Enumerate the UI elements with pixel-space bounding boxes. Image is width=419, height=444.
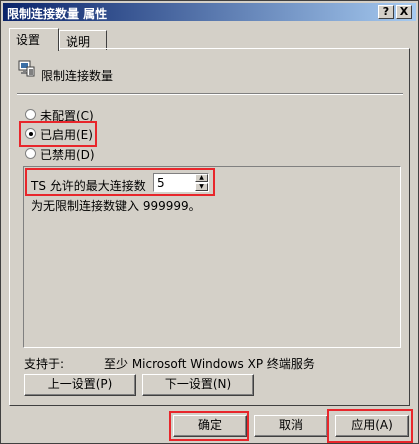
supported-on-label: 支持于: [24,357,65,371]
option-hint: 为无限制连接数键入 999999。 [31,199,201,213]
highlight-ok [169,411,249,441]
title-bar[interactable]: 限制连接数量 属性 ? X [3,3,416,21]
close-button[interactable]: X [396,5,412,19]
policy-setting-icon [18,60,35,77]
highlight-apply [327,409,413,443]
policy-name: 限制连接数量 [41,69,114,83]
properties-dialog: 限制连接数量 属性 ? X 设置 说明 限制连接数量 未配置(C) 已启用(E)… [0,0,419,444]
help-button[interactable]: ? [378,5,394,19]
tab-explain-label: 说明 [66,35,91,49]
next-setting-button[interactable]: 下一设置(N) [142,374,254,396]
radio-label: 已禁用(D) [40,148,95,162]
tab-explain[interactable]: 说明 [59,30,107,50]
tab-settings[interactable]: 设置 [9,28,59,51]
supported-on-value: 至少 Microsoft Windows XP 终端服务 [104,357,315,371]
highlight-max-connections [25,168,215,196]
tab-settings-label: 设置 [16,33,41,47]
highlight-enabled [19,121,97,147]
radio-button[interactable] [25,148,36,159]
radio-button[interactable] [25,109,36,120]
cancel-button[interactable]: 取消 [254,415,328,437]
window-title: 限制连接数量 属性 [7,7,108,21]
divider [17,93,403,95]
previous-setting-button[interactable]: 上一设置(P) [24,374,136,396]
